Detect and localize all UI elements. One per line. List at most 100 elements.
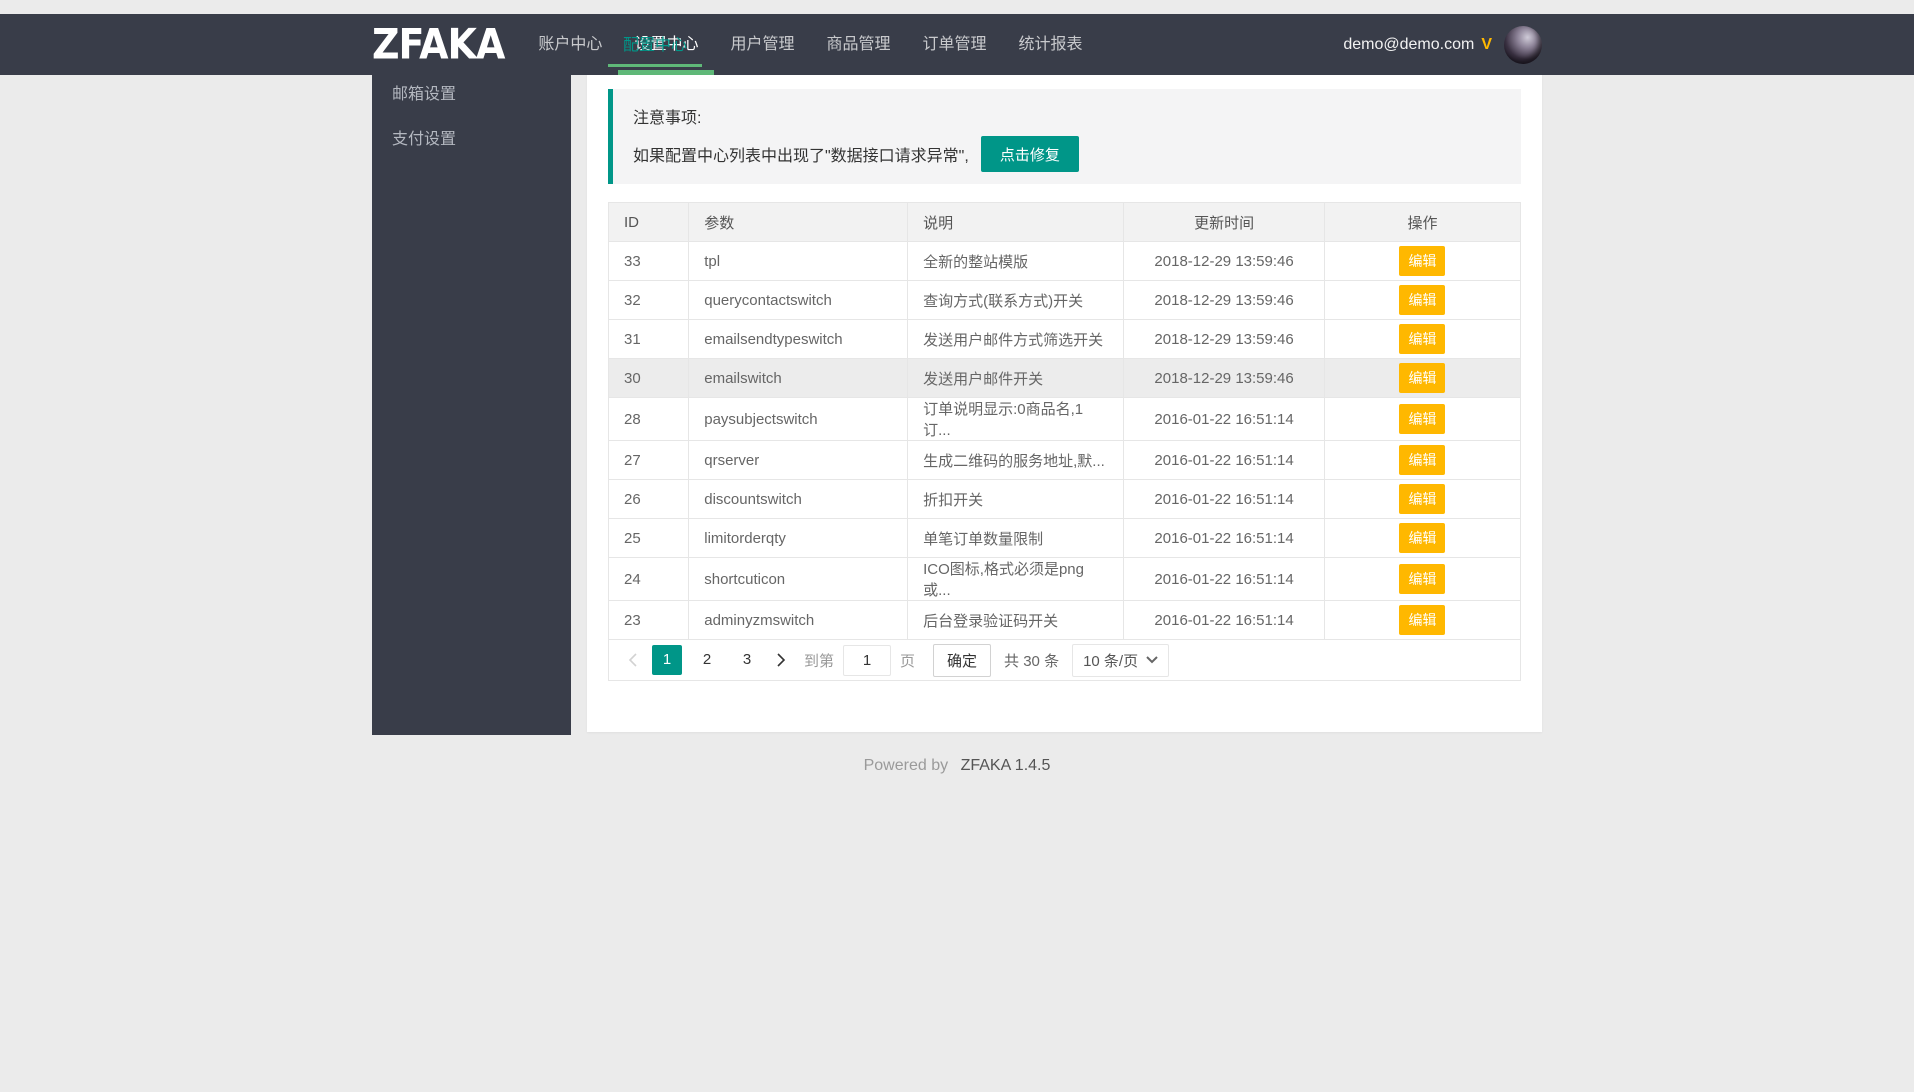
column-header-2: 说明: [908, 203, 1124, 242]
table-row: 25limitorderqty单笔订单数量限制2016-01-22 16:51:…: [609, 519, 1521, 558]
column-header-1: 参数: [689, 203, 908, 242]
app-logo[interactable]: ZFAKA: [372, 11, 504, 78]
cell-actions: 编辑: [1324, 320, 1520, 359]
cell-id: 25: [609, 519, 689, 558]
page-unit-label: 页: [900, 650, 915, 671]
edit-button[interactable]: 编辑: [1399, 564, 1445, 594]
cell-actions: 编辑: [1324, 281, 1520, 320]
cell-desc: 全新的整站模版: [908, 242, 1124, 281]
cell-actions: 编辑: [1324, 398, 1520, 441]
nav-item-3[interactable]: 商品管理: [810, 14, 906, 75]
table-head: ID参数说明更新时间操作: [609, 203, 1521, 242]
chevron-down-icon: [1146, 656, 1158, 664]
config-table: ID参数说明更新时间操作 33tpl全新的整站模版2018-12-29 13:5…: [608, 202, 1521, 640]
cell-updated: 2018-12-29 13:59:46: [1124, 242, 1325, 281]
table-header-row: ID参数说明更新时间操作: [609, 203, 1521, 242]
page-number-3[interactable]: 3: [732, 645, 762, 675]
table-row: 32querycontactswitch查询方式(联系方式)开关2018-12-…: [609, 281, 1521, 320]
edit-button[interactable]: 编辑: [1399, 605, 1445, 635]
next-page-icon[interactable]: [767, 645, 795, 675]
user-area: demo@demo.com V: [1343, 26, 1542, 64]
caret-down-icon[interactable]: V: [1481, 36, 1492, 54]
cell-desc: 发送用户邮件方式筛选开关: [908, 320, 1124, 359]
edit-button[interactable]: 编辑: [1399, 363, 1445, 393]
user-email[interactable]: demo@demo.com: [1343, 36, 1474, 54]
nav-item-2[interactable]: 用户管理: [714, 14, 810, 75]
table-row: 23adminyzmswitch后台登录验证码开关2016-01-22 16:5…: [609, 601, 1521, 640]
sidebar-item-label: 邮箱设置: [392, 86, 456, 103]
table-row: 24shortcuticonICO图标,格式必须是png或...2016-01-…: [609, 558, 1521, 601]
column-header-0: ID: [609, 203, 689, 242]
navbar-container: ZFAKA 账户中心设置中心用户管理商品管理订单管理统计报表 demo@demo…: [372, 14, 1542, 75]
tab-config-center[interactable]: 配置中心: [608, 26, 702, 66]
cell-actions: 编辑: [1324, 359, 1520, 398]
cell-id: 32: [609, 281, 689, 320]
cell-id: 30: [609, 359, 689, 398]
edit-button[interactable]: 编辑: [1399, 445, 1445, 475]
table-row: 31emailsendtypeswitch发送用户邮件方式筛选开关2018-12…: [609, 320, 1521, 359]
prev-page-icon[interactable]: [619, 645, 647, 675]
nav-item-0[interactable]: 账户中心: [522, 14, 618, 75]
nav-item-5[interactable]: 统计报表: [1003, 14, 1099, 75]
per-page-value: 10 条/页: [1083, 650, 1138, 671]
active-nav-indicator: [618, 70, 714, 75]
cell-actions: 编辑: [1324, 441, 1520, 480]
tab-label: 配置中心: [623, 37, 687, 54]
table-row: 33tpl全新的整站模版2018-12-29 13:59:46 编辑: [609, 242, 1521, 281]
cell-desc: 发送用户邮件开关: [908, 359, 1124, 398]
edit-button[interactable]: 编辑: [1399, 285, 1445, 315]
column-header-3: 更新时间: [1124, 203, 1325, 242]
notice-message: 如果配置中心列表中出现了"数据接口请求异常",: [633, 142, 969, 166]
table-row: 27qrserver生成二维码的服务地址,默...2016-01-22 16:5…: [609, 441, 1521, 480]
cell-param: adminyzmswitch: [689, 601, 908, 640]
edit-button[interactable]: 编辑: [1399, 484, 1445, 514]
table-body: 33tpl全新的整站模版2018-12-29 13:59:46编辑32query…: [609, 242, 1521, 640]
nav-item-label: 订单管理: [922, 36, 986, 53]
edit-button[interactable]: 编辑: [1399, 324, 1445, 354]
page-numbers: 123: [647, 645, 767, 675]
cell-id: 33: [609, 242, 689, 281]
sidebar-item-1[interactable]: 邮箱设置: [372, 72, 571, 117]
cell-desc: ICO图标,格式必须是png或...: [908, 558, 1124, 601]
cell-param: qrserver: [689, 441, 908, 480]
cell-updated: 2018-12-29 13:59:46: [1124, 320, 1325, 359]
cell-id: 26: [609, 480, 689, 519]
cell-id: 24: [609, 558, 689, 601]
cell-desc: 单笔订单数量限制: [908, 519, 1124, 558]
footer: Powered by ZFAKA 1.4.5: [372, 757, 1542, 775]
edit-button[interactable]: 编辑: [1399, 523, 1445, 553]
nav-item-4[interactable]: 订单管理: [906, 14, 1002, 75]
cell-updated: 2016-01-22 16:51:14: [1124, 480, 1325, 519]
cell-desc: 订单说明显示:0商品名,1订...: [908, 398, 1124, 441]
version-link[interactable]: ZFAKA 1.4.5: [961, 757, 1051, 774]
nav-item-label: 商品管理: [826, 36, 890, 53]
cell-param: tpl: [689, 242, 908, 281]
cell-desc: 查询方式(联系方式)开关: [908, 281, 1124, 320]
per-page-select[interactable]: 10 条/页: [1072, 644, 1169, 677]
pagination-bar: 123 到第 页 确定 共 30 条 10 条/页: [608, 639, 1521, 681]
table-row: 28paysubjectswitch订单说明显示:0商品名,1订...2016-…: [609, 398, 1521, 441]
nav-item-label: 账户中心: [538, 36, 602, 53]
cell-desc: 折扣开关: [908, 480, 1124, 519]
cell-param: emailsendtypeswitch: [689, 320, 908, 359]
edit-button[interactable]: 编辑: [1399, 404, 1445, 434]
content-card: 配置中心 注意事项: 如果配置中心列表中出现了"数据接口请求异常", 点击修复 …: [587, 14, 1542, 732]
cell-param: querycontactswitch: [689, 281, 908, 320]
nav-item-label: 用户管理: [730, 36, 794, 53]
sidebar-item-2[interactable]: 支付设置: [372, 117, 571, 162]
cell-id: 27: [609, 441, 689, 480]
fix-button[interactable]: 点击修复: [981, 136, 1079, 172]
cell-actions: 编辑: [1324, 519, 1520, 558]
edit-button[interactable]: 编辑: [1399, 246, 1445, 276]
confirm-button[interactable]: 确定: [933, 644, 991, 677]
notice-row: 如果配置中心列表中出现了"数据接口请求异常", 点击修复: [633, 136, 1501, 172]
notice-title: 注意事项:: [633, 104, 1501, 128]
page-number-2[interactable]: 2: [692, 645, 722, 675]
goto-page-input[interactable]: [843, 645, 891, 676]
cell-actions: 编辑: [1324, 558, 1520, 601]
table-row: 26discountswitch折扣开关2016-01-22 16:51:14编…: [609, 480, 1521, 519]
avatar[interactable]: [1504, 26, 1542, 64]
top-navbar: ZFAKA 账户中心设置中心用户管理商品管理订单管理统计报表 demo@demo…: [0, 14, 1914, 75]
page-number-1[interactable]: 1: [652, 645, 682, 675]
cell-param: paysubjectswitch: [689, 398, 908, 441]
